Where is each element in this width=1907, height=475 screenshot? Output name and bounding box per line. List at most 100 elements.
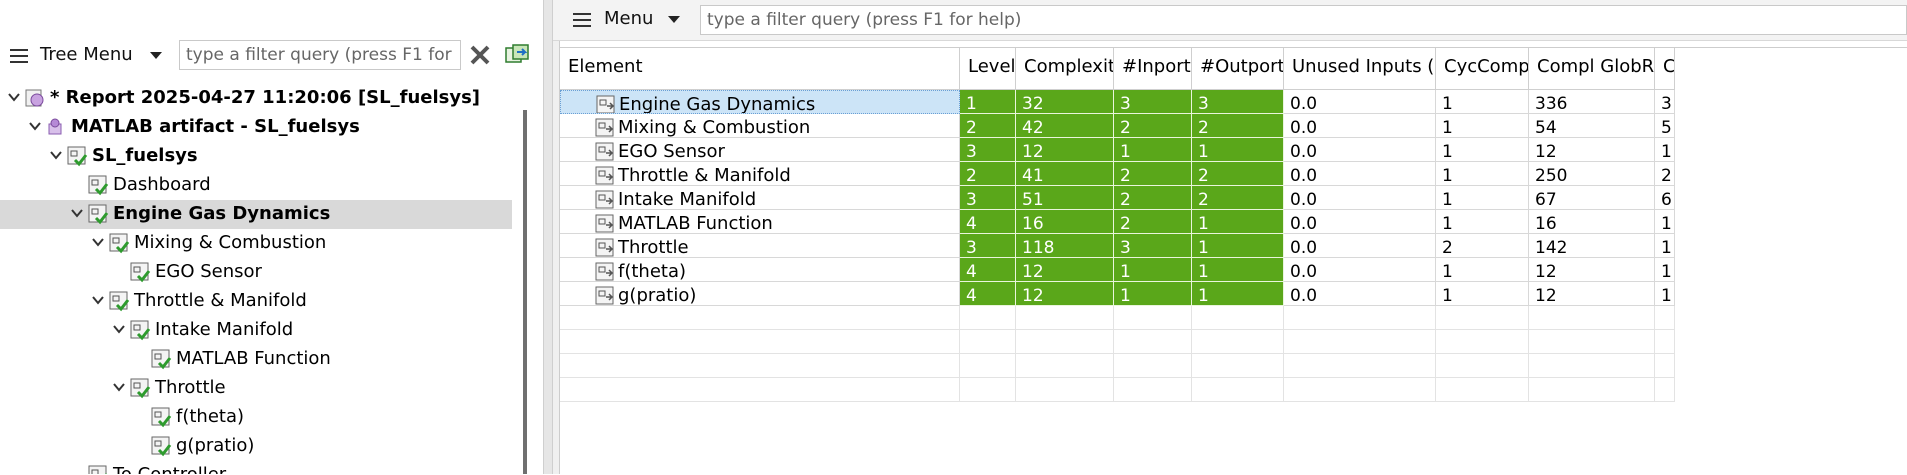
hamburger-menu-icon[interactable] <box>573 13 591 27</box>
tree-item[interactable]: f(theta) <box>0 403 512 432</box>
element-cell[interactable]: Throttle & Manifold <box>560 162 960 186</box>
column-header[interactable]: C <box>1655 48 1675 90</box>
metric-cell: 3 <box>1192 90 1284 114</box>
metric-cell: 3 <box>960 186 1016 210</box>
metrics-filter-input[interactable] <box>700 5 1907 35</box>
tree-item[interactable]: SL_fuelsys <box>0 142 512 171</box>
tree-item[interactable]: Dashboard <box>0 171 512 200</box>
element-cell[interactable]: EGO Sensor <box>560 138 960 162</box>
chevron-down-icon[interactable] <box>8 91 20 103</box>
element-cell[interactable]: Throttle <box>560 234 960 258</box>
metric-cell: 12 <box>1016 138 1114 162</box>
element-cell[interactable]: Intake Manifold <box>560 186 960 210</box>
element-cell[interactable]: g(pratio) <box>560 282 960 306</box>
metric-cell: 1 <box>1192 210 1284 234</box>
tree-item[interactable]: Engine Gas Dynamics <box>0 200 512 229</box>
metric-cell: 12 <box>1016 282 1114 306</box>
metric-cell: 3 <box>960 138 1016 162</box>
tree-item[interactable]: * Report 2025-04-27 11:20:06 [SL_fuelsys… <box>0 84 512 113</box>
metric-cell: 4 <box>960 210 1016 234</box>
metric-cell: 1 <box>1436 186 1529 210</box>
empty-cell <box>1192 378 1284 402</box>
column-header[interactable]: Element <box>560 48 960 90</box>
metric-cell: 1 <box>1192 138 1284 162</box>
clear-filter-icon[interactable] <box>469 44 491 66</box>
artifact-icon <box>48 118 62 135</box>
metric-cell: 2 <box>1655 162 1675 186</box>
empty-cell <box>560 306 960 330</box>
metric-cell: 336 <box>1529 90 1655 114</box>
column-header[interactable]: Unused Inputs (%) <box>1284 48 1436 90</box>
metric-cell: 0.0 <box>1284 258 1436 282</box>
chevron-down-icon[interactable] <box>92 236 104 248</box>
tree-menu-dropdown-icon[interactable] <box>150 52 162 59</box>
tree-item[interactable]: Intake Manifold <box>0 316 512 345</box>
tree-filter-input[interactable] <box>179 40 461 70</box>
chevron-down-icon[interactable] <box>29 120 41 132</box>
element-cell[interactable]: f(theta) <box>560 258 960 282</box>
subsystem-icon <box>130 320 151 341</box>
subsystem-icon <box>595 286 614 305</box>
metric-cell: 2 <box>960 114 1016 138</box>
chevron-down-icon[interactable] <box>71 207 83 219</box>
subsystem-icon <box>595 190 614 209</box>
metric-cell: 16 <box>1529 210 1655 234</box>
tree-scrollbar[interactable] <box>523 110 527 474</box>
column-header[interactable]: #Outports <box>1192 48 1284 90</box>
empty-cell <box>1436 378 1529 402</box>
tree-item[interactable]: Mixing & Combustion <box>0 229 512 258</box>
metrics-menu-dropdown-icon[interactable] <box>668 16 680 23</box>
metric-cell: 1 <box>1436 282 1529 306</box>
hamburger-menu-icon[interactable] <box>10 49 28 63</box>
empty-cell <box>960 378 1016 402</box>
chevron-down-icon[interactable] <box>113 323 125 335</box>
empty-cell <box>1655 378 1675 402</box>
column-header[interactable]: Compl GlobR0 <box>1529 48 1655 90</box>
tree-menu-button[interactable]: Tree Menu <box>40 44 133 65</box>
empty-cell <box>1284 378 1436 402</box>
tree-item[interactable]: Throttle <box>0 374 512 403</box>
subsystem-icon <box>151 349 172 370</box>
panel-splitter[interactable] <box>543 0 553 474</box>
model-icon <box>67 146 88 167</box>
chevron-down-icon[interactable] <box>50 149 62 161</box>
metric-cell: 12 <box>1016 258 1114 282</box>
metric-cell: 5 <box>1655 114 1675 138</box>
metric-cell: 118 <box>1016 234 1114 258</box>
element-name: g(pratio) <box>618 285 697 306</box>
tree-item[interactable]: MATLAB Function <box>0 345 512 374</box>
tree-item[interactable]: To Controller <box>0 461 512 474</box>
metric-cell: 1 <box>1436 210 1529 234</box>
element-name: Mixing & Combustion <box>618 117 811 138</box>
metric-cell: 2 <box>1114 210 1192 234</box>
chevron-down-icon[interactable] <box>92 294 104 306</box>
metric-cell: 1 <box>1655 282 1675 306</box>
element-cell[interactable]: MATLAB Function <box>560 210 960 234</box>
sync-icon[interactable] <box>505 44 531 66</box>
empty-cell <box>1114 378 1192 402</box>
tree-item[interactable]: EGO Sensor <box>0 258 512 287</box>
chevron-down-icon[interactable] <box>113 381 125 393</box>
tree-item-label: To Controller <box>113 464 226 474</box>
metrics-menu-button[interactable]: Menu <box>604 8 653 29</box>
metric-cell: 32 <box>1016 90 1114 114</box>
tree-item[interactable]: MATLAB artifact - SL_fuelsys <box>0 113 512 142</box>
metric-cell: 1 <box>1655 234 1675 258</box>
empty-cell <box>1016 354 1114 378</box>
tree-item[interactable]: g(pratio) <box>0 432 512 461</box>
element-cell[interactable]: Mixing & Combustion <box>560 114 960 138</box>
tree-item-label: Mixing & Combustion <box>134 232 327 253</box>
column-header[interactable]: Complexity <box>1016 48 1114 90</box>
metric-cell: 142 <box>1529 234 1655 258</box>
metric-cell: 12 <box>1529 258 1655 282</box>
column-header[interactable]: #Inports <box>1114 48 1192 90</box>
column-header[interactable]: Level <box>960 48 1016 90</box>
tree-item[interactable]: Throttle & Manifold <box>0 287 512 316</box>
column-header[interactable]: CycCompl <box>1436 48 1529 90</box>
element-cell[interactable]: Engine Gas Dynamics <box>560 90 960 114</box>
element-name: Throttle <box>618 237 689 258</box>
subsystem-icon <box>151 436 172 457</box>
metric-cell: 2 <box>1436 234 1529 258</box>
metric-cell: 0.0 <box>1284 90 1436 114</box>
element-name: Intake Manifold <box>618 189 757 210</box>
